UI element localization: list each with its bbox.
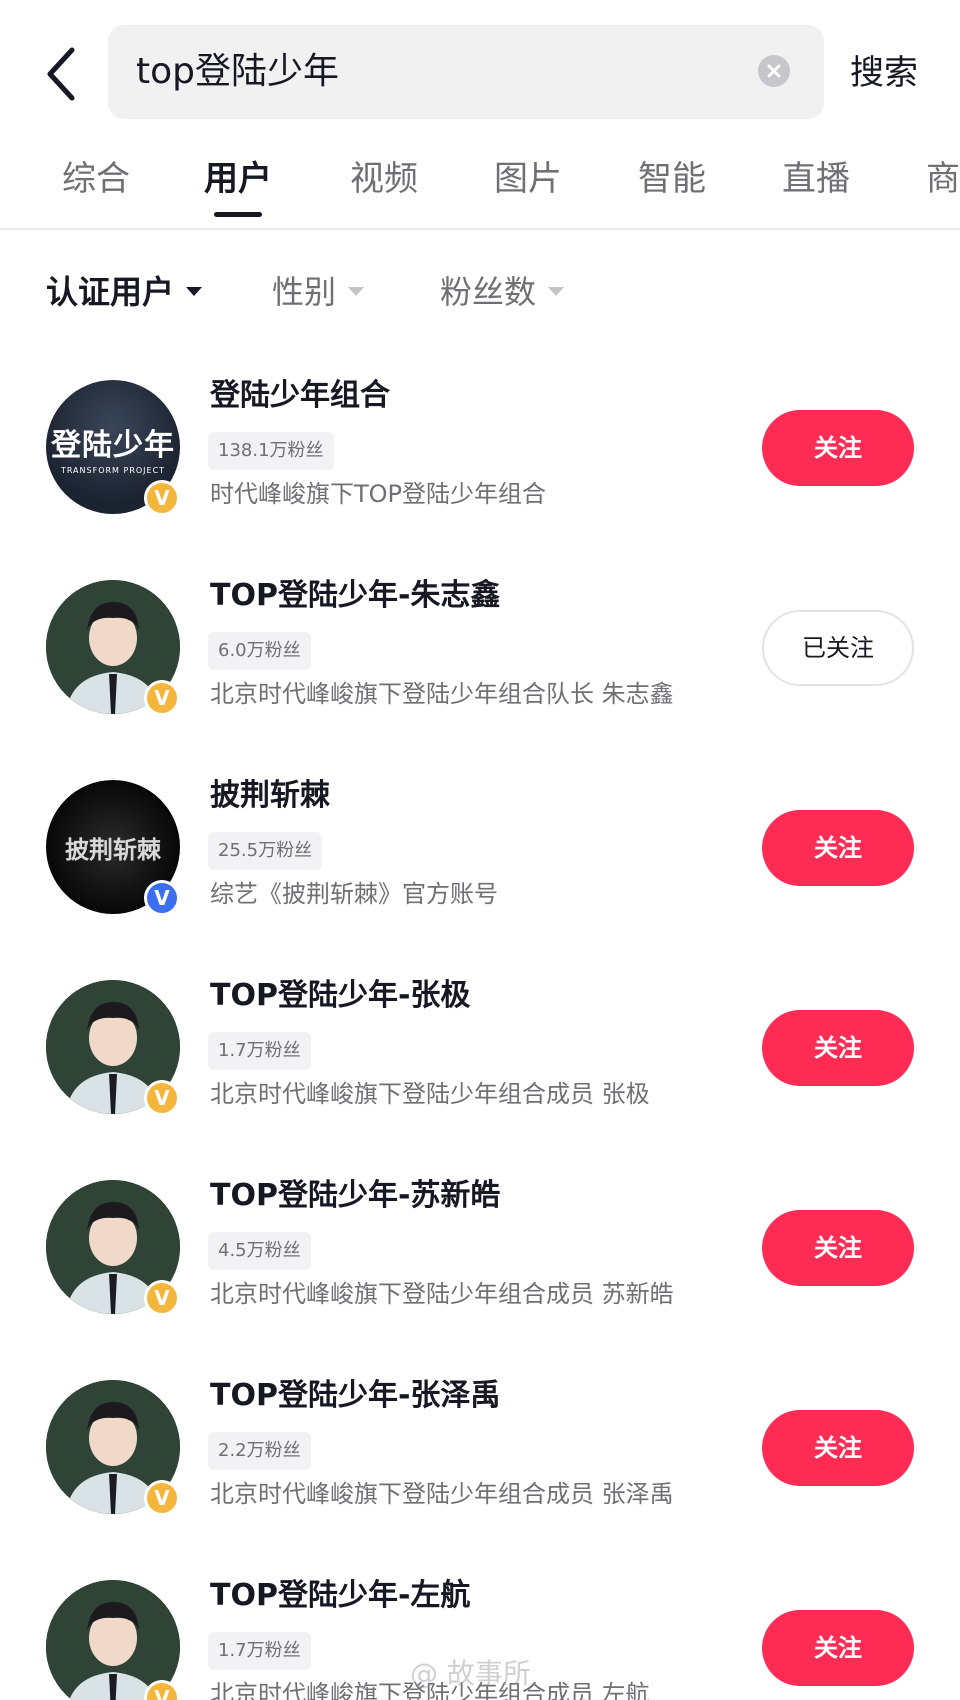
tab-images[interactable]: 图片 <box>494 156 562 202</box>
user-description: 北京时代峰峻旗下登陆少年组合队长 朱志鑫 <box>210 680 674 708</box>
user-name: TOP登陆少年-朱志鑫 <box>210 578 501 613</box>
active-tab-indicator <box>214 212 262 217</box>
follower-count-badge: 2.2万粉丝 <box>208 1432 311 1470</box>
verified-badge-icon: V <box>144 1280 180 1316</box>
watermark: @ 故事所 <box>410 1657 531 1690</box>
user-description: 北京时代峰峻旗下登陆少年组合成员 张泽禹 <box>210 1480 674 1508</box>
caret-down-icon <box>548 286 565 296</box>
result-tabs: 综合 用户 视频 图片 智能 直播 商 <box>0 140 960 230</box>
search-input[interactable]: top登陆少年 <box>108 25 824 119</box>
follower-count-badge: 25.5万粉丝 <box>208 832 323 870</box>
user-name: 登陆少年组合 <box>210 378 390 413</box>
follower-count-badge: 1.7万粉丝 <box>208 1632 311 1670</box>
tab-smart[interactable]: 智能 <box>638 156 706 202</box>
back-button[interactable] <box>40 44 84 104</box>
follower-count-badge: 6.0万粉丝 <box>208 632 311 670</box>
chevron-left-icon <box>47 47 75 101</box>
verified-badge-icon: V <box>144 680 180 716</box>
follow-button[interactable]: 关注 <box>762 1010 914 1086</box>
user-description: 北京时代峰峻旗下登陆少年组合成员 苏新皓 <box>210 1280 674 1308</box>
verified-badge-icon: V <box>144 880 180 916</box>
user-description: 时代峰峻旗下TOP登陆少年组合 <box>210 480 547 508</box>
follow-button[interactable]: 关注 <box>762 1610 914 1686</box>
user-result-row[interactable]: V TOP登陆少年-朱志鑫 6.0万粉丝 北京时代峰峻旗下登陆少年组合队长 朱志… <box>0 570 960 770</box>
verified-badge-icon: V <box>144 1080 180 1116</box>
search-button[interactable]: 搜索 <box>850 50 918 96</box>
avatar-logo-text: 登陆少年 <box>51 428 175 463</box>
filter-verified-users[interactable]: 认证用户 <box>46 270 203 314</box>
filter-gender[interactable]: 性别 <box>272 270 365 314</box>
user-result-row[interactable]: V TOP登陆少年-张泽禹 2.2万粉丝 北京时代峰峻旗下登陆少年组合成员 张泽… <box>0 1370 960 1570</box>
user-name: TOP登陆少年-苏新皓 <box>210 1178 501 1213</box>
avatar-logo-subtext: TRANSFORM PROJECT <box>60 466 166 475</box>
caret-down-icon <box>186 286 203 296</box>
filter-followers[interactable]: 粉丝数 <box>440 270 565 314</box>
user-name: TOP登陆少年-左航 <box>210 1578 471 1613</box>
follower-count-badge: 1.7万粉丝 <box>208 1032 311 1070</box>
search-header: top登陆少年 搜索 <box>0 0 960 140</box>
user-result-row[interactable]: 登陆少年 TRANSFORM PROJECT V 登陆少年组合 138.1万粉丝… <box>0 370 960 570</box>
avatar-logo-text: 披荆斩棘 <box>65 836 161 864</box>
filter-label: 粉丝数 <box>440 273 537 311</box>
caret-down-icon <box>348 286 365 296</box>
user-name: TOP登陆少年-张泽禹 <box>210 1378 501 1413</box>
verified-badge-icon: V <box>144 480 180 516</box>
user-result-list: 登陆少年 TRANSFORM PROJECT V 登陆少年组合 138.1万粉丝… <box>0 360 960 1700</box>
clear-icon[interactable] <box>758 55 790 87</box>
search-query-text: top登陆少年 <box>136 51 339 92</box>
user-result-row[interactable]: 披荆斩棘 V 披荆斩棘 25.5万粉丝 综艺《披荆斩棘》官方账号 关注 <box>0 770 960 970</box>
follow-button[interactable]: 关注 <box>762 810 914 886</box>
filter-label: 认证用户 <box>46 273 175 311</box>
user-description: 综艺《披荆斩棘》官方账号 <box>210 880 498 908</box>
filter-label: 性别 <box>272 273 337 311</box>
user-name: 披荆斩棘 <box>210 778 330 813</box>
following-button[interactable]: 已关注 <box>762 610 914 686</box>
filter-bar: 认证用户 性别 粉丝数 <box>0 262 960 322</box>
follower-count-badge: 4.5万粉丝 <box>208 1232 311 1270</box>
user-description: 北京时代峰峻旗下登陆少年组合成员 张极 <box>210 1080 650 1108</box>
tab-shop[interactable]: 商 <box>926 156 960 202</box>
tab-users[interactable]: 用户 <box>204 156 272 202</box>
user-result-row[interactable]: V TOP登陆少年-张极 1.7万粉丝 北京时代峰峻旗下登陆少年组合成员 张极 … <box>0 970 960 1170</box>
user-result-row[interactable]: V TOP登陆少年-苏新皓 4.5万粉丝 北京时代峰峻旗下登陆少年组合成员 苏新… <box>0 1170 960 1370</box>
tab-live[interactable]: 直播 <box>782 156 850 202</box>
verified-badge-icon: V <box>144 1480 180 1516</box>
follow-button[interactable]: 关注 <box>762 1210 914 1286</box>
follow-button[interactable]: 关注 <box>762 1410 914 1486</box>
user-name: TOP登陆少年-张极 <box>210 978 471 1013</box>
follower-count-badge: 138.1万粉丝 <box>208 432 334 470</box>
tab-comprehensive[interactable]: 综合 <box>62 156 130 202</box>
tab-videos[interactable]: 视频 <box>350 156 418 202</box>
follow-button[interactable]: 关注 <box>762 410 914 486</box>
